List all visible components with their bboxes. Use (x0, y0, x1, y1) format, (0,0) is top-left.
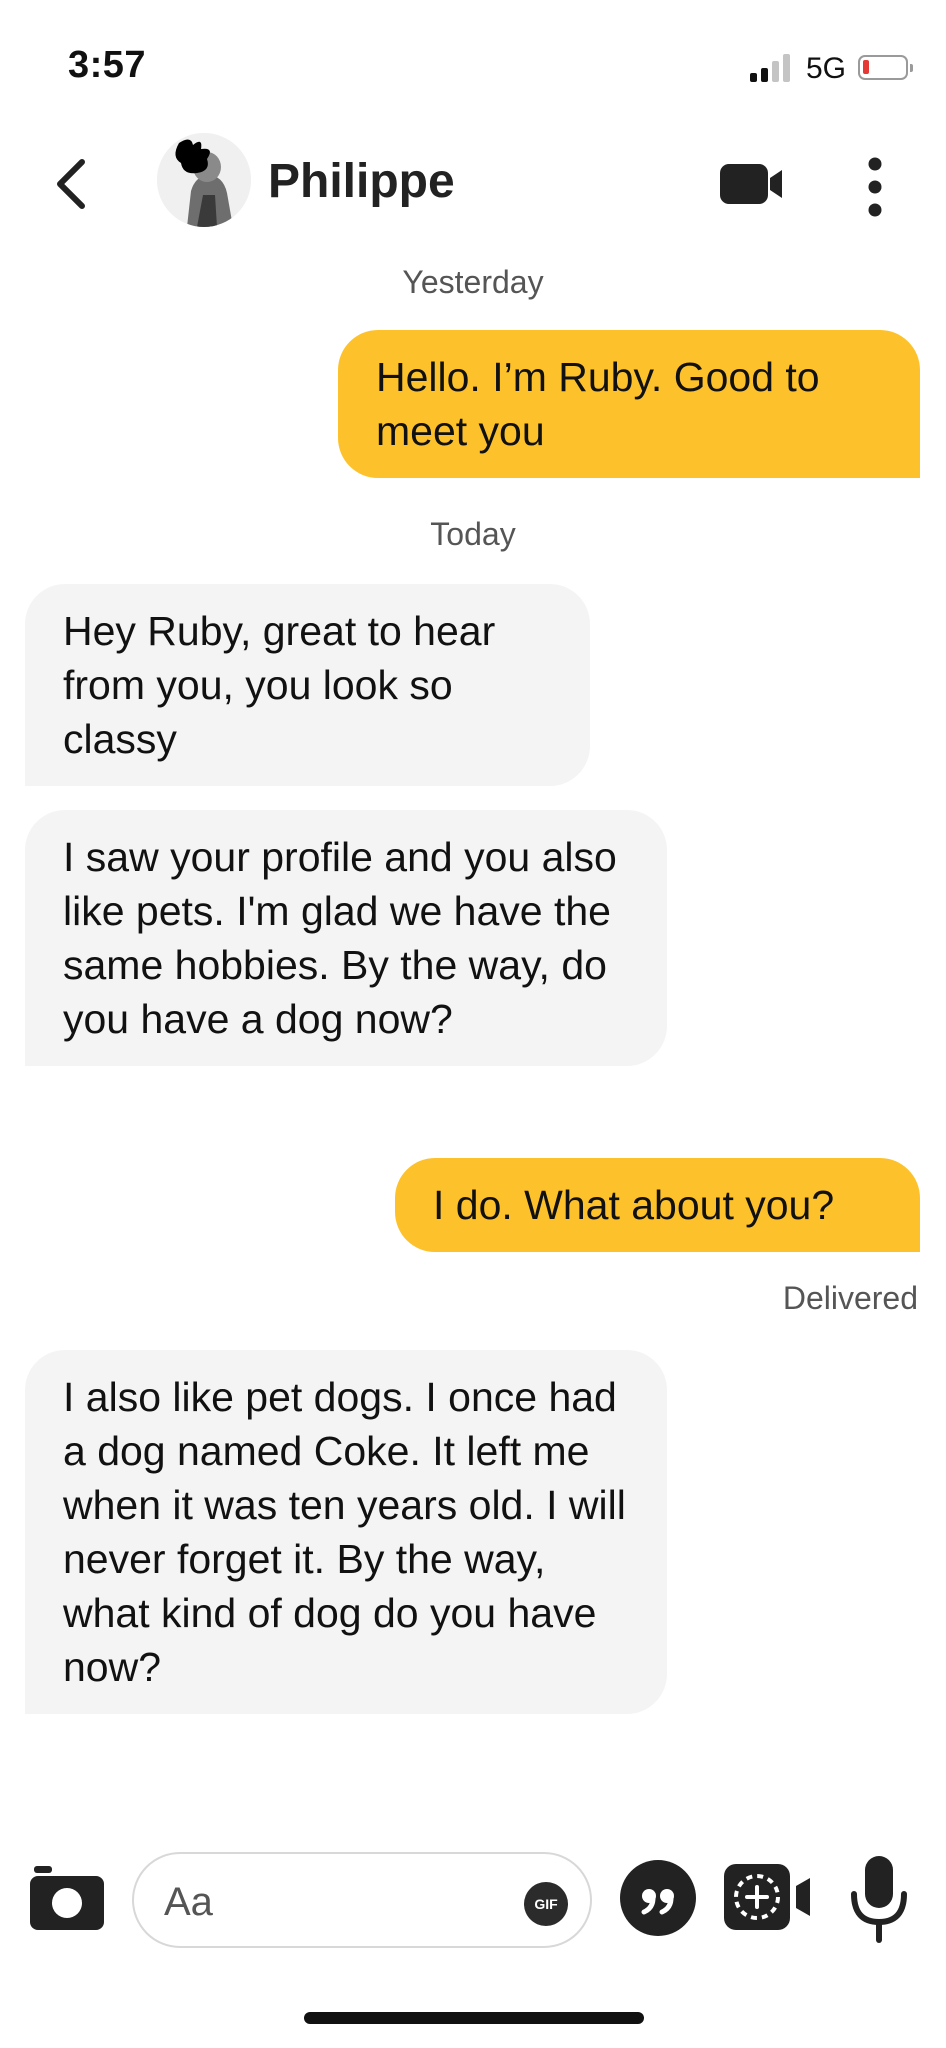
message-input[interactable] (164, 1872, 494, 1932)
add-video-note-button[interactable] (722, 1860, 818, 1936)
date-separator: Today (430, 516, 516, 552)
quote-icon (641, 1889, 674, 1915)
video-camera-icon (720, 164, 782, 204)
microphone-button[interactable] (848, 1854, 910, 1944)
contact-name[interactable]: Philippe (268, 154, 455, 209)
avatar[interactable] (157, 133, 251, 227)
status-time: 3:57 (68, 44, 147, 86)
delivery-status: Delivered (782, 1280, 918, 1316)
message-incoming[interactable]: I saw your profile and you also like pet… (25, 810, 667, 1066)
add-video-icon (724, 1864, 810, 1930)
message-outgoing[interactable]: I do. What about you? (395, 1158, 920, 1252)
back-button[interactable] (48, 154, 98, 214)
avatar-image (157, 133, 251, 227)
quote-button[interactable] (620, 1860, 696, 1936)
more-options-button[interactable] (860, 154, 890, 220)
message-input-box[interactable]: GIF (132, 1852, 592, 1948)
message-outgoing[interactable]: Hello. I’m Ruby. Good to meet you (338, 330, 920, 478)
battery-level (863, 60, 869, 74)
camera-icon (30, 1866, 104, 1930)
status-bar: 3:57 5G (0, 0, 946, 120)
signal-icon (750, 52, 790, 82)
more-vertical-icon (868, 157, 882, 217)
message-incoming[interactable]: Hey Ruby, great to hear from you, you lo… (25, 584, 590, 786)
gif-button[interactable]: GIF (524, 1882, 568, 1926)
network-type: 5G (806, 52, 847, 85)
date-separator: Yesterday (402, 264, 544, 300)
home-indicator[interactable] (304, 2012, 644, 2024)
battery-icon (858, 55, 913, 80)
video-call-button[interactable] (718, 160, 786, 208)
microphone-icon (851, 1856, 907, 1943)
chat-header: Philippe (0, 118, 946, 248)
camera-button[interactable] (28, 1864, 106, 1932)
message-incoming[interactable]: I also like pet dogs. I once had a dog n… (25, 1350, 667, 1714)
message-composer: GIF (0, 1840, 946, 1960)
chevron-left-icon (57, 159, 85, 209)
